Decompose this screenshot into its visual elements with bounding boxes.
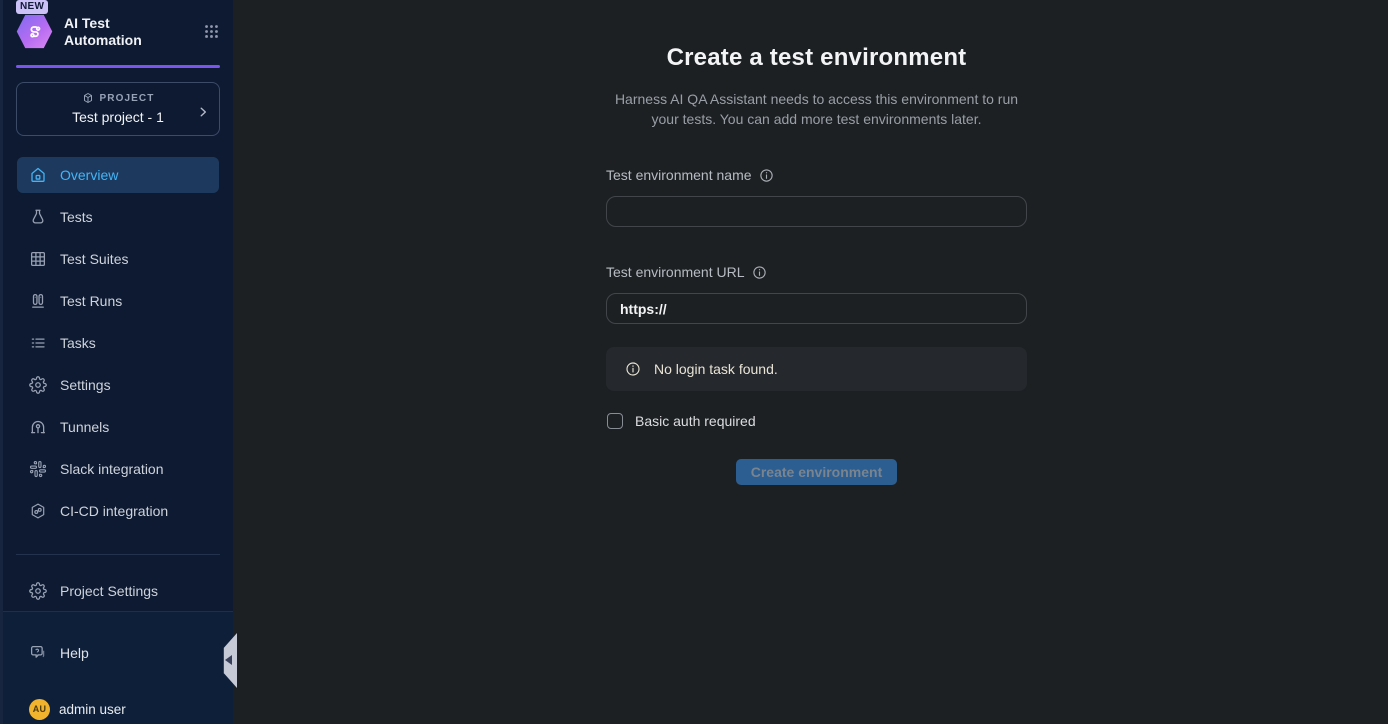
sidebar-item-test-suites[interactable]: Test Suites — [17, 241, 219, 277]
page-subtitle: Harness AI QA Assistant needs to access … — [606, 89, 1027, 129]
main-content: Create a test environment Harness AI QA … — [233, 0, 1388, 724]
app-logo-icon — [16, 13, 53, 50]
name-field-label: Test environment name — [606, 167, 752, 183]
sidebar-nav: Overview Tests Test Suites — [3, 157, 233, 529]
sidebar-footer: Help AU admin user — [3, 611, 233, 724]
project-selector[interactable]: PROJECT Test project - 1 — [16, 82, 220, 136]
help-label: Help — [60, 645, 89, 661]
create-environment-button[interactable]: Create environment — [736, 459, 897, 485]
flask-icon — [29, 208, 47, 226]
sidebar-item-label: Settings — [60, 377, 111, 393]
sidebar-item-label: CI-CD integration — [60, 503, 168, 519]
test-tubes-icon — [29, 292, 47, 310]
sidebar-item-label: Tunnels — [60, 419, 109, 435]
link-hexagon-icon — [29, 502, 47, 520]
url-field-group: Test environment URL — [606, 264, 1027, 324]
avatar: AU — [29, 699, 50, 720]
info-icon[interactable] — [752, 265, 767, 280]
gear-icon — [29, 376, 47, 394]
sidebar-item-label: Tests — [60, 209, 93, 225]
sidebar-item-label: Test Runs — [60, 293, 122, 309]
info-icon[interactable] — [759, 168, 774, 183]
environment-name-input[interactable] — [606, 196, 1027, 227]
login-task-notice: No login task found. — [606, 347, 1027, 391]
new-badge: NEW — [16, 0, 48, 14]
basic-auth-label: Basic auth required — [635, 413, 756, 429]
chevron-right-icon — [196, 105, 210, 119]
sidebar-item-tests[interactable]: Tests — [17, 199, 219, 235]
slack-icon — [29, 460, 47, 478]
info-circle-icon — [625, 361, 641, 377]
nav-divider — [16, 554, 220, 555]
project-name: Test project - 1 — [25, 109, 211, 125]
sidebar-item-label: Project Settings — [60, 583, 158, 599]
page-title: Create a test environment — [606, 44, 1027, 72]
name-field-group: Test environment name — [606, 167, 1027, 227]
app-title: AI Test Automation — [64, 15, 142, 49]
sidebar-item-label: Test Suites — [60, 251, 128, 267]
task-list-icon — [29, 334, 47, 352]
home-icon — [29, 166, 47, 184]
basic-auth-checkbox[interactable] — [607, 413, 623, 429]
sidebar-item-label: Overview — [60, 167, 118, 183]
table-grid-icon — [29, 250, 47, 268]
sidebar-item-overview[interactable]: Overview — [17, 157, 219, 193]
sidebar-item-project-settings[interactable]: Project Settings — [17, 573, 219, 609]
environment-url-input[interactable] — [606, 293, 1027, 324]
user-menu[interactable]: AU admin user — [17, 698, 219, 720]
create-environment-form: Create a test environment Harness AI QA … — [606, 0, 1027, 485]
sidebar-item-slack-integration[interactable]: Slack integration — [17, 451, 219, 487]
help-chat-icon — [29, 644, 47, 662]
sidebar-item-settings[interactable]: Settings — [17, 367, 219, 403]
apps-grid-icon[interactable] — [203, 23, 220, 40]
sidebar-item-test-runs[interactable]: Test Runs — [17, 283, 219, 319]
sidebar-item-tasks[interactable]: Tasks — [17, 325, 219, 361]
url-field-label: Test environment URL — [606, 264, 745, 280]
sidebar-item-label: Slack integration — [60, 461, 164, 477]
help-button[interactable]: Help — [17, 642, 219, 664]
notice-text: No login task found. — [654, 361, 778, 377]
sidebar-item-label: Tasks — [60, 335, 96, 351]
gear-icon — [29, 582, 47, 600]
sidebar-nav-secondary: Project Settings — [3, 573, 233, 609]
project-eyebrow: PROJECT — [25, 92, 211, 104]
basic-auth-row: Basic auth required — [607, 413, 1027, 429]
user-name: admin user — [59, 702, 126, 717]
sidebar-item-tunnels[interactable]: Tunnels — [17, 409, 219, 445]
project-eyebrow-label: PROJECT — [100, 93, 155, 104]
sidebar-item-cicd-integration[interactable]: CI-CD integration — [17, 493, 219, 529]
tunnel-icon — [29, 418, 47, 436]
cube-icon — [82, 92, 94, 104]
sidebar: NEW AI Test Automation — [0, 0, 233, 724]
accent-divider — [16, 65, 220, 68]
